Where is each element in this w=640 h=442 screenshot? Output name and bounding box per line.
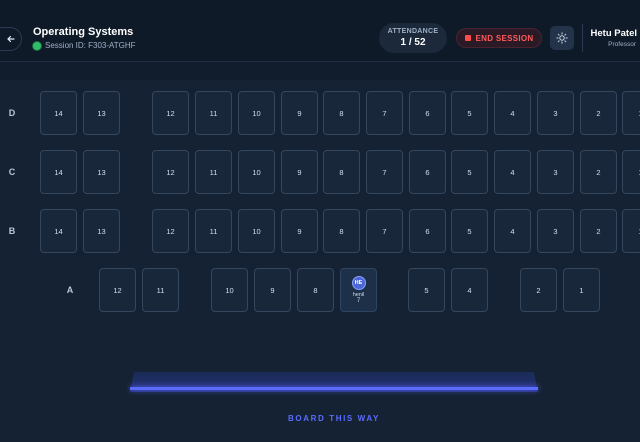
board-this-way-label: BOARD THIS WAY — [288, 414, 380, 423]
seat-a-9[interactable]: 9 — [254, 268, 291, 312]
seat-c-1[interactable]: 1 — [622, 150, 640, 194]
seat-d-4[interactable]: 4 — [494, 91, 531, 135]
seat-c-7[interactable]: 7 — [366, 150, 403, 194]
row-label-a: A — [66, 285, 74, 295]
seat-c-13[interactable]: 13 — [83, 150, 120, 194]
seat-c-6[interactable]: 6 — [409, 150, 446, 194]
seat-c-9[interactable]: 9 — [281, 150, 318, 194]
seat-b-14[interactable]: 14 — [40, 209, 77, 253]
session-id-text: Session ID: F303-ATGHF — [45, 41, 136, 50]
end-session-label: END SESSION — [475, 33, 534, 43]
row-label-d: D — [8, 108, 16, 118]
attendance-value: 1 / 52 — [400, 37, 426, 48]
seat-b-3[interactable]: 3 — [537, 209, 574, 253]
seat-d-12[interactable]: 12 — [152, 91, 189, 135]
attendance-label: ATTENDANCE — [387, 28, 439, 35]
seat-a-11[interactable]: 11 — [142, 268, 179, 312]
seat-b-9[interactable]: 9 — [281, 209, 318, 253]
seat-c-14[interactable]: 14 — [40, 150, 77, 194]
seat-c-10[interactable]: 10 — [238, 150, 275, 194]
row-label-b: B — [8, 226, 16, 236]
seat-c-3[interactable]: 3 — [537, 150, 574, 194]
seat-a-5[interactable]: 5 — [408, 268, 445, 312]
seat-b-13[interactable]: 13 — [83, 209, 120, 253]
seat-d-6[interactable]: 6 — [409, 91, 446, 135]
back-button[interactable] — [0, 27, 22, 51]
seat-number: 7 — [356, 298, 361, 304]
live-status-dot — [33, 41, 41, 50]
seat-d-10[interactable]: 10 — [238, 91, 275, 135]
session-header: Operating Systems Session ID: F303-ATGHF… — [0, 16, 640, 62]
theme-toggle-button[interactable] — [550, 26, 574, 50]
seat-d-2[interactable]: 2 — [580, 91, 617, 135]
seat-d-3[interactable]: 3 — [537, 91, 574, 135]
end-session-button[interactable]: END SESSION — [456, 28, 542, 48]
seat-b-5[interactable]: 5 — [451, 209, 488, 253]
seat-b-6[interactable]: 6 — [409, 209, 446, 253]
course-title: Operating Systems — [33, 26, 134, 38]
seat-b-10[interactable]: 10 — [238, 209, 275, 253]
top-strip — [0, 0, 640, 16]
seat-c-11[interactable]: 11 — [195, 150, 232, 194]
seat-d-13[interactable]: 13 — [83, 91, 120, 135]
seat-c-2[interactable]: 2 — [580, 150, 617, 194]
seat-d-8[interactable]: 8 — [323, 91, 360, 135]
seat-b-11[interactable]: 11 — [195, 209, 232, 253]
seat-b-12[interactable]: 12 — [152, 209, 189, 253]
seat-c-12[interactable]: 12 — [152, 150, 189, 194]
header-band — [0, 62, 640, 80]
user-role: Professor — [608, 41, 636, 48]
seat-a-8[interactable]: 8 — [297, 268, 334, 312]
seat-b-1[interactable]: 1 — [622, 209, 640, 253]
attendance-counter: ATTENDANCE 1 / 52 — [379, 23, 447, 53]
stop-icon — [464, 35, 471, 41]
seat-d-1[interactable]: 1 — [622, 91, 640, 135]
stage-edge-line — [130, 387, 538, 390]
student-avatar: HE — [351, 276, 366, 290]
seat-a-2[interactable]: 2 — [520, 268, 557, 312]
seat-a-7-occupied[interactable]: HE henil 7 — [340, 268, 377, 312]
arrow-left-icon — [6, 35, 15, 43]
seat-a-10[interactable]: 10 — [211, 268, 248, 312]
seat-d-5[interactable]: 5 — [451, 91, 488, 135]
seat-b-4[interactable]: 4 — [494, 209, 531, 253]
seat-c-8[interactable]: 8 — [323, 150, 360, 194]
seat-d-7[interactable]: 7 — [366, 91, 403, 135]
seat-d-14[interactable]: 14 — [40, 91, 77, 135]
header-divider — [582, 24, 583, 52]
seat-c-5[interactable]: 5 — [451, 150, 488, 194]
seat-d-9[interactable]: 9 — [281, 91, 318, 135]
seat-c-4[interactable]: 4 — [494, 150, 531, 194]
user-name: Hetu Patel — [590, 28, 637, 39]
row-label-c: C — [8, 167, 16, 177]
session-id: Session ID: F303-ATGHF — [33, 41, 136, 50]
sun-icon — [556, 32, 568, 44]
seat-b-7[interactable]: 7 — [366, 209, 403, 253]
seat-a-12[interactable]: 12 — [99, 268, 136, 312]
seat-b-8[interactable]: 8 — [323, 209, 360, 253]
seat-a-4[interactable]: 4 — [451, 268, 488, 312]
seat-a-1[interactable]: 1 — [563, 268, 600, 312]
seat-b-2[interactable]: 2 — [580, 209, 617, 253]
seat-d-11[interactable]: 11 — [195, 91, 232, 135]
